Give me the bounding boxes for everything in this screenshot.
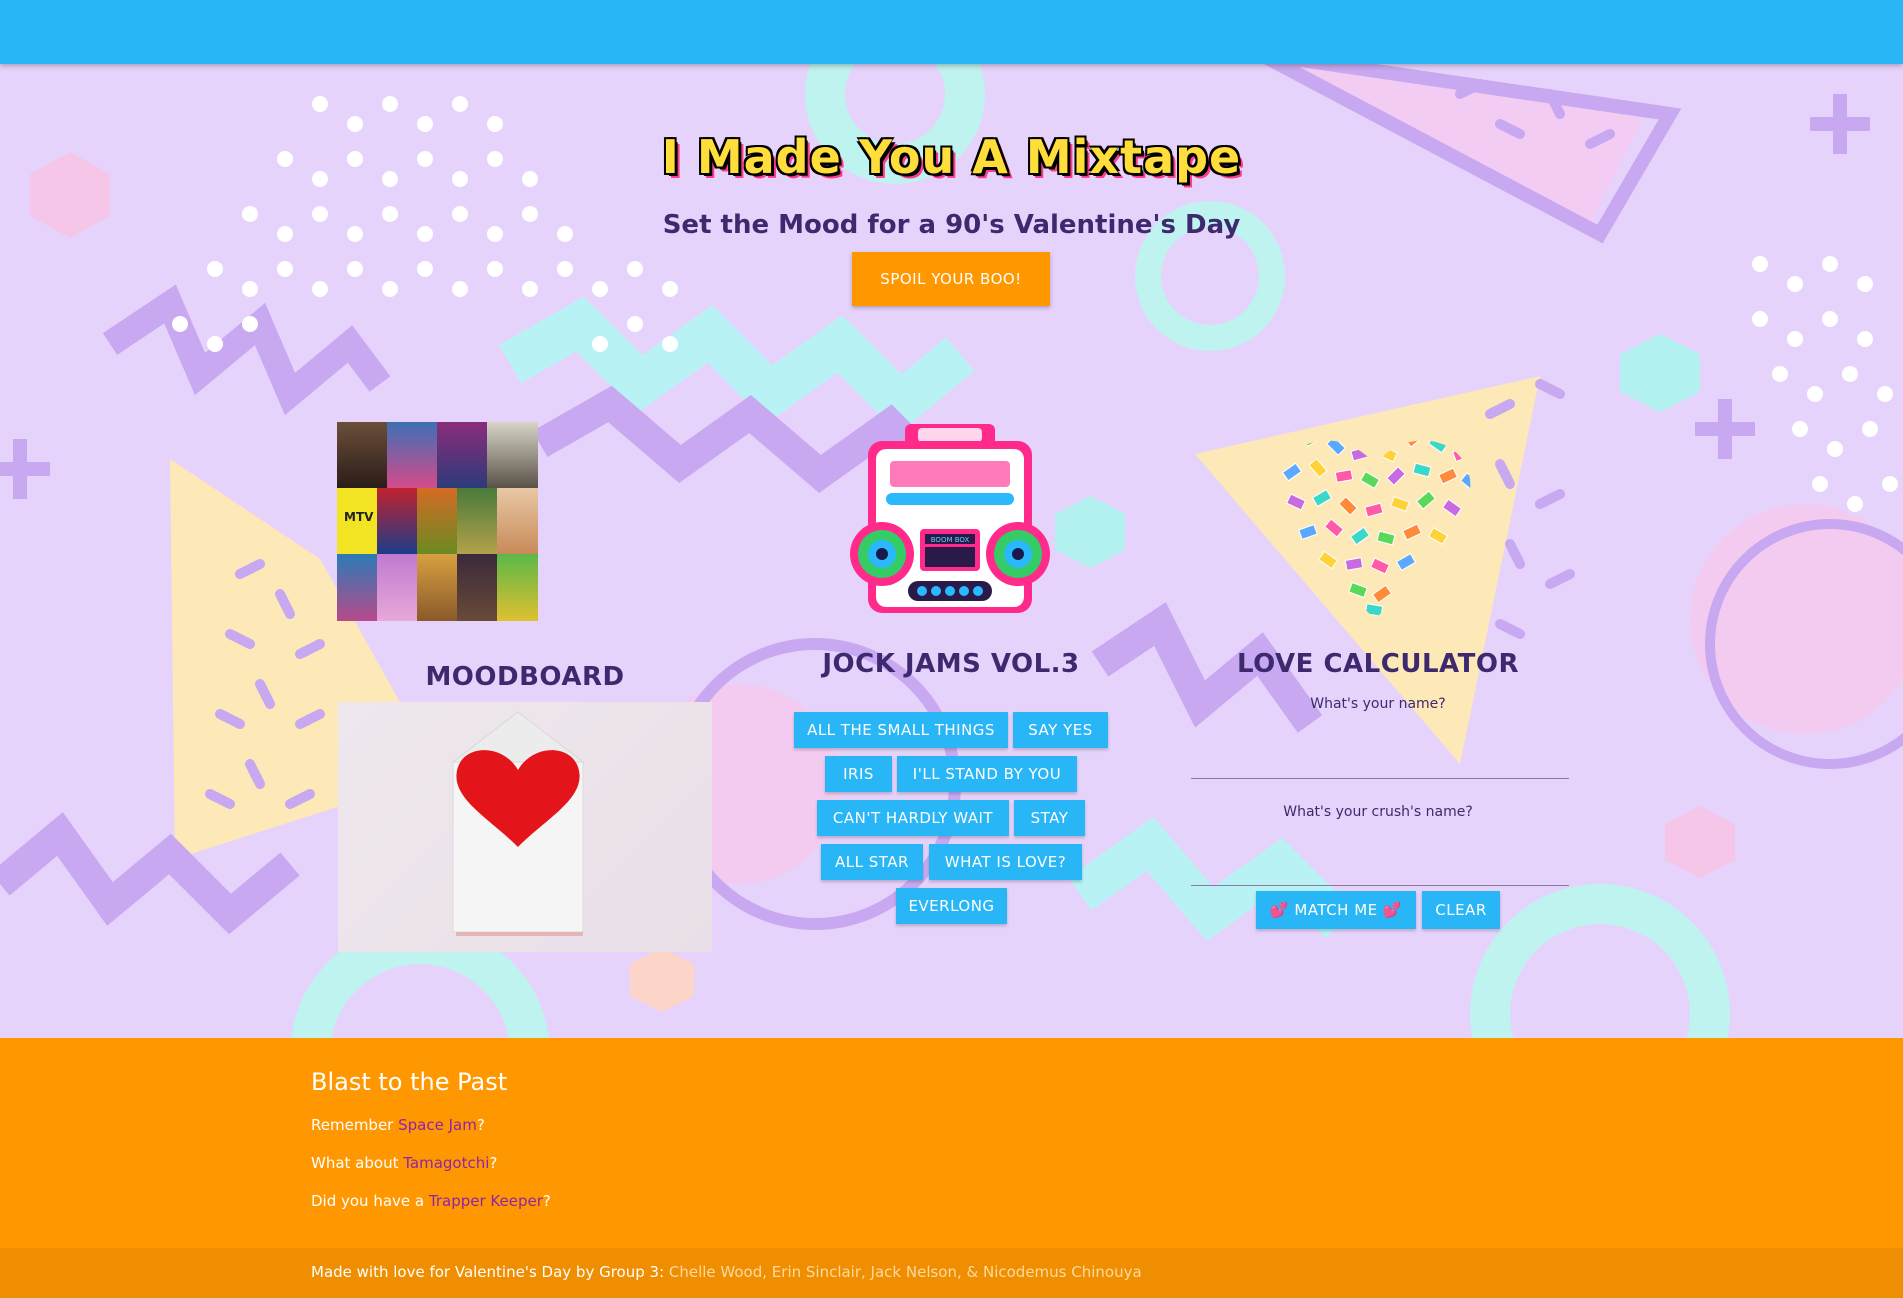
song-button-ill-stand-by-you[interactable]: I'LL STAND BY YOU (897, 756, 1077, 792)
crush-name-label: What's your crush's name? (1283, 804, 1473, 820)
page-title: I Made You A Mixtape (661, 130, 1242, 184)
credits-text: Made with love for Valentine's Day by Gr… (311, 1263, 1142, 1281)
tamagotchi-link[interactable]: Tamagotchi (403, 1154, 489, 1172)
credits-names: Chelle Wood, Erin Sinclair, Jack Nelson,… (668, 1263, 1142, 1281)
footer-heading: Blast to the Past (311, 1068, 508, 1096)
footer-line-trapper-keeper: Did you have a Trapper Keeper? (311, 1192, 551, 1210)
jock-jams-title: JOCK JAMS VOL.3 (822, 649, 1080, 679)
crush-name-input[interactable] (1191, 853, 1569, 886)
collage-tile (417, 554, 457, 621)
footer-line-text: ? (489, 1154, 498, 1172)
match-me-button[interactable]: 💕 MATCH ME 💕 (1256, 891, 1416, 929)
collage-tile (457, 554, 497, 621)
collage-tile (377, 554, 417, 621)
top-nav-bar (0, 0, 1903, 64)
collage-tile (337, 422, 387, 488)
song-button-say-yes[interactable]: SAY YES (1013, 712, 1108, 748)
collage-tile (487, 422, 538, 488)
credits-prefix: Made with love for Valentine's Day by Gr… (311, 1263, 669, 1281)
moodboard-title: MOODBOARD (425, 662, 625, 692)
collage-tile (437, 422, 487, 488)
footer-line-text: ? (476, 1116, 485, 1134)
moodboard-collage-image[interactable]: MTV (337, 422, 538, 621)
collage-tile (457, 488, 497, 554)
heart-envelope-photo (338, 702, 712, 952)
your-name-input[interactable] (1191, 746, 1569, 779)
collage-tile (497, 554, 538, 621)
song-button-all-star[interactable]: ALL STAR (821, 844, 923, 880)
song-button-stay[interactable]: STAY (1014, 800, 1085, 836)
boombox-image: BOOM BOX (850, 424, 1050, 613)
collage-tile (337, 554, 377, 621)
mtv-logo-tile: MTV (337, 488, 377, 554)
boombox-display-text: BOOM BOX (931, 536, 970, 544)
page-subtitle: Set the Mood for a 90's Valentine's Day (662, 210, 1241, 240)
song-button-iris[interactable]: IRIS (825, 756, 892, 792)
clear-button[interactable]: CLEAR (1422, 891, 1500, 929)
footer-line-text: ? (542, 1192, 551, 1210)
spoil-your-boo-button[interactable]: SPOIL YOUR BOO! (852, 252, 1050, 306)
hero-section: I Made You A Mixtape Set the Mood for a … (0, 64, 1903, 1038)
footer-line-space-jam: Remember Space Jam? (311, 1116, 485, 1134)
collage-tile (377, 488, 417, 554)
collage-tile (387, 422, 437, 488)
song-button-cant-hardly-wait[interactable]: CAN'T HARDLY WAIT (817, 800, 1009, 836)
footer-copyright-bar: Made with love for Valentine's Day by Gr… (0, 1248, 1903, 1298)
song-button-all-the-small-things[interactable]: ALL THE SMALL THINGS (794, 712, 1008, 748)
footer-line-text: Remember (311, 1116, 399, 1134)
cassette-heart-image (1279, 440, 1471, 619)
page-footer: Blast to the Past Remember Space Jam? Wh… (0, 1038, 1903, 1248)
song-button-everlong[interactable]: EVERLONG (896, 888, 1007, 924)
footer-line-tamagotchi: What about Tamagotchi? (311, 1154, 497, 1172)
collage-tile (417, 488, 457, 554)
envelope-heart-illustration (451, 711, 585, 936)
trapper-keeper-link[interactable]: Trapper Keeper (429, 1192, 543, 1210)
your-name-label: What's your name? (1310, 696, 1446, 712)
mtv-logo-text: MTV (344, 510, 374, 524)
space-jam-link[interactable]: Space Jam (398, 1116, 477, 1134)
collage-tile (497, 488, 538, 554)
song-button-what-is-love[interactable]: WHAT IS LOVE? (929, 844, 1082, 880)
footer-line-text: What about (311, 1154, 404, 1172)
footer-line-text: Did you have a (311, 1192, 429, 1210)
love-calculator-title: LOVE CALCULATOR (1237, 649, 1519, 679)
